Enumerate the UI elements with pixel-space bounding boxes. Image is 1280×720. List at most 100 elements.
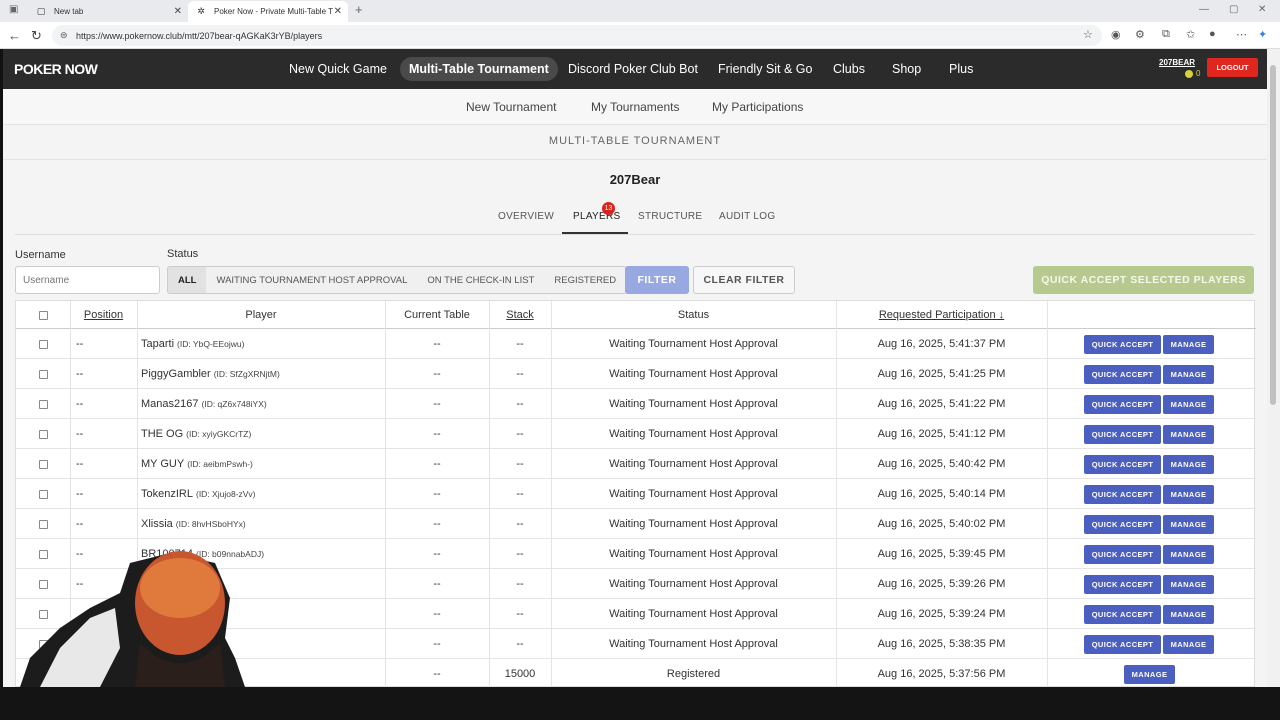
subnav-my-participations[interactable]: My Participations bbox=[712, 100, 803, 114]
tab-audit-log[interactable]: AUDIT LOG bbox=[719, 211, 775, 222]
row-checkbox[interactable] bbox=[38, 579, 48, 589]
quick-accept-button[interactable]: QUICK ACCEPT bbox=[1084, 515, 1161, 534]
status-option-registered[interactable]: REGISTERED bbox=[544, 267, 626, 293]
header-status: Status bbox=[677, 309, 710, 321]
manage-button[interactable]: MANAGE bbox=[1163, 635, 1214, 654]
player-name: PiggyGambler bbox=[141, 368, 211, 380]
chip-balance: 0 bbox=[1185, 69, 1200, 78]
table-row: -- BR100714 (ID: b09nnabADJ) -- -- Waiting To… bbox=[16, 539, 1256, 569]
reload-icon[interactable]: ↻ bbox=[31, 28, 42, 44]
quick-accept-button[interactable]: QUICK ACCEPT bbox=[1084, 335, 1161, 354]
profile-avatar-icon[interactable]: ● bbox=[1209, 28, 1216, 40]
row-checkbox[interactable] bbox=[38, 399, 48, 409]
back-arrow-icon[interactable]: ← bbox=[8, 28, 21, 43]
row-status: Registered bbox=[666, 668, 721, 680]
player-id: D: fNW15czd-y) bbox=[144, 609, 204, 619]
page-content: POKER NOW New Quick Game Multi-Table Tou… bbox=[3, 49, 1267, 687]
quick-accept-selected-button[interactable]: QUICK ACCEPT SELECTED PLAYERS bbox=[1033, 266, 1254, 294]
select-all-checkbox[interactable] bbox=[38, 310, 48, 320]
scrollbar-thumb[interactable] bbox=[1270, 65, 1276, 405]
quick-accept-button[interactable]: QUICK ACCEPT bbox=[1084, 395, 1161, 414]
nav-multi-table-tournament[interactable]: Multi-Table Tournament bbox=[400, 57, 558, 81]
manage-button[interactable]: MANAGE bbox=[1163, 455, 1214, 474]
window-close-icon[interactable]: ✕ bbox=[1258, 4, 1266, 15]
manage-button[interactable]: MANAGE bbox=[1163, 575, 1214, 594]
row-requested-time: Aug 16, 2025, 5:40:42 PM bbox=[877, 458, 1006, 470]
tab-actions-icon[interactable]: ▣ bbox=[9, 4, 18, 15]
username-input[interactable] bbox=[15, 266, 160, 294]
manage-button[interactable]: MANAGE bbox=[1163, 365, 1214, 384]
header-stack[interactable]: Stack bbox=[489, 301, 551, 329]
row-current-table: -- bbox=[433, 368, 441, 380]
url-field[interactable]: ⊜ https://www.pokernow.club/mtt/207bear-… bbox=[52, 25, 1102, 46]
favorite-star-icon[interactable]: ☆ bbox=[1083, 28, 1093, 41]
manage-button[interactable]: MANAGE bbox=[1163, 545, 1214, 564]
close-icon[interactable]: ✕ bbox=[174, 6, 182, 17]
manage-button[interactable]: MANAGE bbox=[1124, 665, 1175, 684]
site-info-icon[interactable]: ⊜ bbox=[60, 30, 68, 41]
subnav-new-tournament[interactable]: New Tournament bbox=[466, 100, 557, 114]
user-name-link[interactable]: 207BEAR bbox=[1159, 58, 1195, 67]
browser-tab-poker-now[interactable]: ✲ Poker Now - Private Multi-Table T ✕ bbox=[188, 1, 348, 22]
manage-button[interactable]: MANAGE bbox=[1163, 425, 1214, 444]
copilot-icon[interactable]: ✦ bbox=[1258, 28, 1267, 41]
more-menu-icon[interactable]: ⋯ bbox=[1236, 28, 1247, 41]
top-navigation: POKER NOW New Quick Game Multi-Table Tou… bbox=[3, 49, 1267, 89]
manage-button[interactable]: MANAGE bbox=[1163, 335, 1214, 354]
clear-filter-button[interactable]: CLEAR FILTER bbox=[693, 266, 795, 294]
favorites-icon[interactable]: ✩ bbox=[1186, 28, 1195, 41]
extension-icon[interactable]: ◉ bbox=[1111, 28, 1121, 41]
subnav-my-tournaments[interactable]: My Tournaments bbox=[591, 100, 679, 114]
row-checkbox[interactable] bbox=[38, 459, 48, 469]
manage-button[interactable]: MANAGE bbox=[1163, 515, 1214, 534]
row-checkbox[interactable] bbox=[38, 369, 48, 379]
row-checkbox[interactable] bbox=[38, 669, 48, 679]
status-option-check-in-list[interactable]: ON THE CHECK-IN LIST bbox=[417, 267, 544, 293]
minimize-icon[interactable]: — bbox=[1199, 4, 1209, 15]
quick-accept-button[interactable]: QUICK ACCEPT bbox=[1084, 635, 1161, 654]
page-scrollbar[interactable] bbox=[1267, 49, 1280, 687]
manage-button[interactable]: MANAGE bbox=[1163, 485, 1214, 504]
quick-accept-button[interactable]: QUICK ACCEPT bbox=[1084, 575, 1161, 594]
quick-accept-button[interactable]: QUICK ACCEPT bbox=[1084, 545, 1161, 564]
split-screen-icon[interactable]: ⧉ bbox=[1162, 28, 1170, 41]
close-icon[interactable]: ✕ bbox=[334, 6, 342, 17]
nav-discord-poker-club-bot[interactable]: Discord Poker Club Bot bbox=[559, 57, 707, 81]
quick-accept-button[interactable]: QUICK ACCEPT bbox=[1084, 485, 1161, 504]
nav-friendly-sit-go[interactable]: Friendly Sit & Go bbox=[709, 57, 821, 81]
status-option-waiting-approval[interactable]: WAITING TOURNAMENT HOST APPROVAL bbox=[206, 267, 417, 293]
quick-accept-button[interactable]: QUICK ACCEPT bbox=[1084, 455, 1161, 474]
nav-plus[interactable]: Plus bbox=[940, 57, 982, 81]
poker-now-logo[interactable]: POKER NOW bbox=[14, 61, 98, 77]
row-checkbox[interactable] bbox=[38, 609, 48, 619]
manage-button[interactable]: MANAGE bbox=[1163, 395, 1214, 414]
row-checkbox[interactable] bbox=[38, 549, 48, 559]
status-option-all[interactable]: ALL bbox=[168, 267, 207, 293]
row-requested-time: Aug 16, 2025, 5:38:35 PM bbox=[877, 638, 1006, 650]
tab-overview[interactable]: OVERVIEW bbox=[498, 211, 554, 222]
new-tab-plus-icon[interactable]: + bbox=[355, 2, 363, 17]
maximize-icon[interactable]: ▢ bbox=[1229, 4, 1238, 15]
browser-tab-new-tab[interactable]: ▢ New tab ✕ bbox=[28, 1, 188, 22]
quick-accept-button[interactable]: QUICK ACCEPT bbox=[1084, 605, 1161, 624]
header-position[interactable]: Position bbox=[70, 301, 137, 329]
manage-button[interactable]: MANAGE bbox=[1163, 605, 1214, 624]
nav-shop[interactable]: Shop bbox=[883, 57, 930, 81]
filter-button[interactable]: FILTER bbox=[625, 266, 689, 294]
puzzle-extension-icon[interactable]: ⚙ bbox=[1135, 28, 1145, 41]
nav-new-quick-game[interactable]: New Quick Game bbox=[280, 57, 396, 81]
nav-clubs[interactable]: Clubs bbox=[824, 57, 874, 81]
table-row: -- THE OG (ID: xyiyGKCrTZ) -- -- Waiting Tour… bbox=[16, 419, 1256, 449]
header-requested-participation[interactable]: Requested Participation ↓ bbox=[836, 301, 1047, 329]
quick-accept-button[interactable]: QUICK ACCEPT bbox=[1084, 425, 1161, 444]
row-checkbox[interactable] bbox=[38, 489, 48, 499]
row-checkbox[interactable] bbox=[38, 429, 48, 439]
row-checkbox[interactable] bbox=[38, 639, 48, 649]
row-checkbox[interactable] bbox=[38, 339, 48, 349]
quick-accept-button[interactable]: QUICK ACCEPT bbox=[1084, 365, 1161, 384]
row-checkbox[interactable] bbox=[38, 519, 48, 529]
tab-structure[interactable]: STRUCTURE bbox=[638, 211, 702, 222]
row-current-table: -- bbox=[433, 338, 441, 350]
logout-button[interactable]: LOGOUT bbox=[1207, 58, 1258, 77]
table-row: -- PiggyGambler (ID: SfZgXRNjtM) -- -- Waitin… bbox=[16, 359, 1256, 389]
